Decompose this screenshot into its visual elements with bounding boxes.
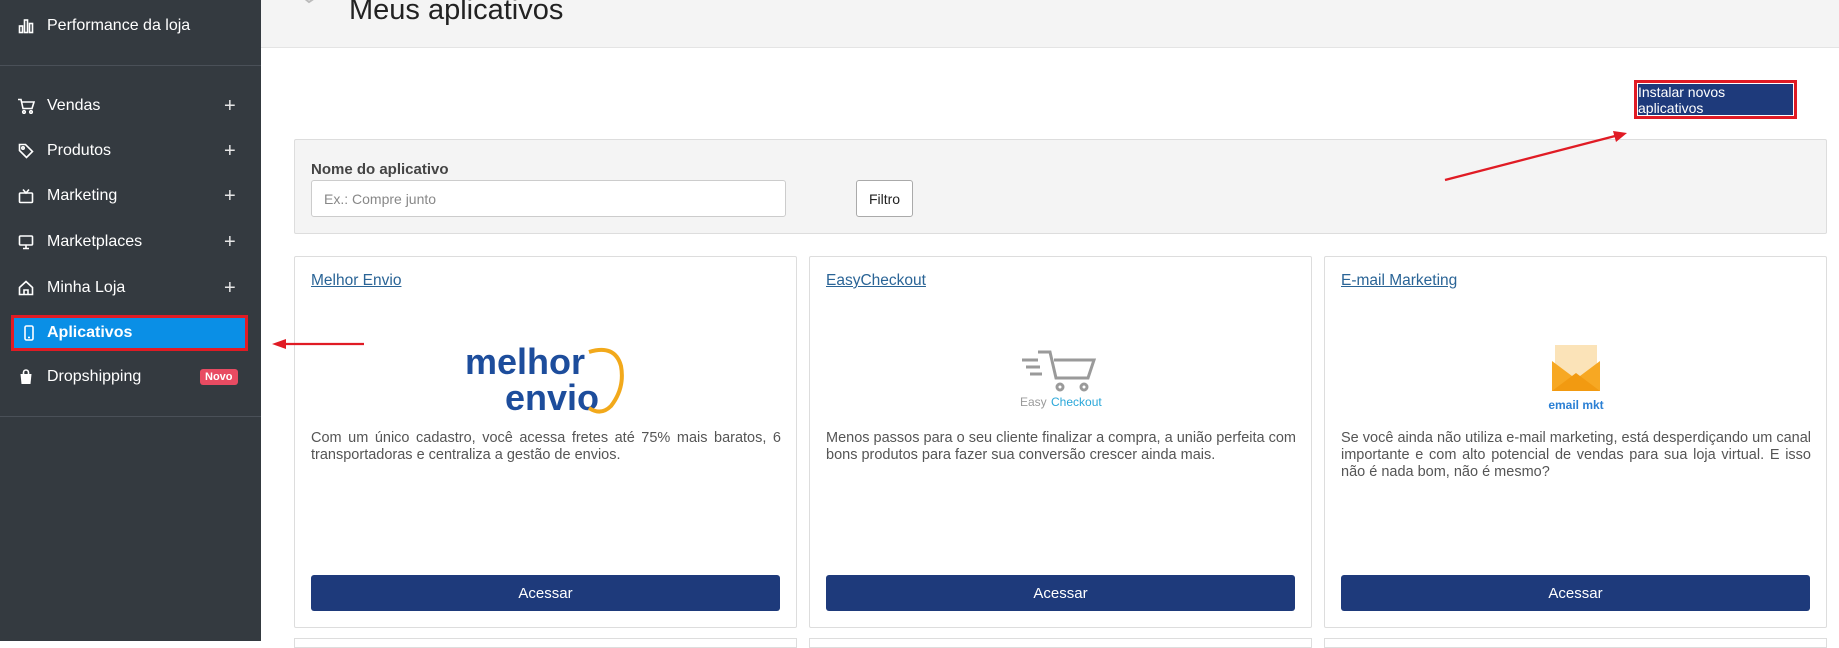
- sidebar-item-produtos[interactable]: Produtos +: [0, 131, 261, 171]
- expand-icon[interactable]: +: [224, 278, 236, 298]
- install-highlight-box: Instalar novos aplicativos: [1634, 80, 1797, 119]
- tag-icon: [17, 142, 35, 160]
- app-description: Se você ainda não utiliza e-mail marketi…: [1341, 430, 1811, 480]
- logo-text-1: Easy: [1020, 395, 1047, 409]
- access-button[interactable]: Acessar: [311, 575, 780, 611]
- sidebar-item-marketing[interactable]: Marketing +: [0, 176, 261, 216]
- app-title-link[interactable]: Melhor Envio: [311, 272, 401, 290]
- app-title-link[interactable]: EasyCheckout: [826, 272, 926, 290]
- sidebar-item-label: Marketing: [47, 187, 118, 204]
- phone-icon: [20, 324, 38, 342]
- new-badge: Novo: [200, 369, 238, 385]
- app-description: Menos passos para o seu cliente finaliza…: [826, 430, 1296, 463]
- app-card-email-marketing: E-mail Marketing email mkt Se você ainda…: [1324, 256, 1827, 628]
- sidebar-item-label: Performance da loja: [47, 17, 191, 34]
- melhor-envio-logo: melhor envio: [295, 317, 796, 437]
- sidebar-item-aplicativos[interactable]: Aplicativos: [11, 315, 248, 351]
- page-title: Meus aplicativos: [349, 0, 564, 26]
- sidebar-item-label: Produtos: [47, 142, 112, 159]
- annotation-arrow-install: [1444, 131, 1627, 182]
- sidebar-item-dropshipping[interactable]: Dropshipping Novo: [0, 357, 261, 397]
- expand-icon[interactable]: +: [224, 186, 236, 206]
- expand-icon[interactable]: +: [224, 141, 236, 161]
- sidebar-item-label: Aplicativos: [47, 324, 133, 341]
- sidebar-item-label: Dropshipping: [47, 368, 142, 385]
- access-button[interactable]: Acessar: [826, 575, 1295, 611]
- sidebar-item-label: Marketplaces: [47, 233, 143, 250]
- app-description: Com um único cadastro, você acessa frete…: [311, 430, 781, 463]
- logo-text-1: melhor: [465, 341, 585, 382]
- app-name-input[interactable]: [311, 180, 786, 217]
- filter-button[interactable]: Filtro: [856, 180, 913, 217]
- app-card-melhor-envio: Melhor Envio melhor envio Com um único c…: [294, 256, 797, 628]
- bar-chart-icon: [17, 17, 35, 35]
- app-card-easycheckout: EasyCheckout Easy Checkout Menos passos …: [809, 256, 1312, 628]
- sidebar-top-section: Performance da loja: [0, 0, 261, 66]
- sidebar-item-label: Minha Loja: [47, 279, 126, 296]
- sidebar-item-label: Vendas: [47, 97, 101, 114]
- sidebar-item-vendas[interactable]: Vendas +: [0, 86, 261, 126]
- sidebar-item-minha-loja[interactable]: Minha Loja +: [0, 268, 261, 308]
- expand-icon[interactable]: +: [224, 96, 236, 116]
- sidebar-divider: [0, 416, 261, 417]
- page-header: Meus aplicativos: [261, 0, 1839, 48]
- easycheckout-logo: Easy Checkout: [810, 317, 1311, 437]
- app-card-partial: [1324, 638, 1827, 648]
- home-icon: [17, 279, 35, 297]
- tv-icon: [17, 187, 35, 205]
- app-card-partial: [809, 638, 1312, 648]
- app-title-link[interactable]: E-mail Marketing: [1341, 272, 1457, 290]
- expand-icon[interactable]: +: [224, 232, 236, 252]
- cart-icon: [17, 97, 35, 115]
- install-apps-button[interactable]: Instalar novos aplicativos: [1638, 84, 1793, 116]
- main-content: Meus aplicativos Instalar novos aplicati…: [261, 0, 1839, 648]
- sidebar-item-marketplaces[interactable]: Marketplaces +: [0, 222, 261, 262]
- logo-text-2: Checkout: [1051, 395, 1102, 409]
- monitor-icon: [17, 233, 35, 251]
- sidebar: Performance da loja Vendas + Produtos + …: [0, 0, 261, 641]
- logo-text-2: envio: [505, 377, 599, 418]
- sidebar-item-performance[interactable]: Performance da loja: [0, 6, 261, 46]
- app-card-partial: [294, 638, 797, 648]
- filter-label: Nome do aplicativo: [311, 161, 449, 178]
- apps-header-icon: [304, 0, 314, 4]
- email-mkt-logo: email mkt: [1325, 317, 1826, 437]
- bag-icon: [17, 368, 35, 386]
- annotation-arrow-aplicativos: [272, 339, 364, 349]
- access-button[interactable]: Acessar: [1341, 575, 1810, 611]
- logo-text-1: email mkt: [1548, 398, 1603, 412]
